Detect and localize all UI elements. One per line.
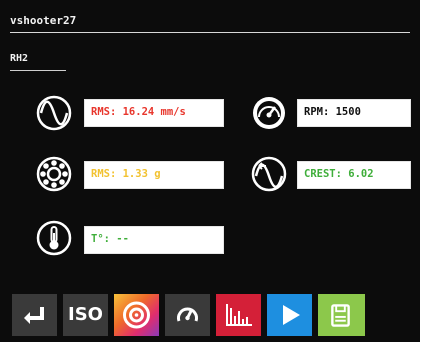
play-icon (283, 305, 300, 325)
device-title: vshooter27 (10, 14, 77, 27)
temperature-value: T°: -- (91, 233, 129, 245)
crest-factor-icon[interactable] (250, 155, 288, 193)
spectrum-icon (226, 304, 252, 326)
temperature-field: T°: -- (84, 226, 224, 254)
iso-button[interactable]: ISO (63, 294, 108, 336)
bottom-toolbar: ISO (12, 294, 412, 336)
play-button[interactable] (267, 294, 312, 336)
crest-value: CREST: 6.02 (304, 168, 374, 180)
sine-wave-icon[interactable] (35, 94, 73, 132)
gauge-button[interactable] (165, 294, 210, 336)
rpm-value: RPM: 1500 (304, 106, 361, 118)
tab-label: RH2 (10, 53, 29, 64)
save-report-button[interactable] (318, 294, 365, 336)
velocity-rms-field: RMS: 16.24 mm/s (84, 99, 224, 127)
bearing-icon[interactable] (35, 155, 73, 193)
target-icon (123, 301, 150, 329)
target-button[interactable] (114, 294, 159, 336)
thermometer-icon[interactable] (35, 219, 73, 257)
velocity-rms-value: RMS: 16.24 mm/s (91, 106, 186, 118)
gauge-icon (177, 307, 198, 322)
device-screen: vshooter27 RH2 RMS: 16.24 mm/s RPM: 1500 (0, 0, 420, 342)
title-bar: vshooter27 (10, 12, 410, 33)
enter-button[interactable] (12, 294, 57, 336)
crest-field: CREST: 6.02 (297, 161, 411, 189)
save-report-icon (331, 304, 350, 327)
iso-label: ISO (68, 304, 103, 325)
speedometer-icon[interactable] (250, 94, 288, 132)
accel-rms-field: RMS: 1.33 g (84, 161, 224, 189)
rpm-field: RPM: 1500 (297, 99, 411, 127)
enter-icon (24, 307, 44, 324)
accel-rms-value: RMS: 1.33 g (91, 168, 161, 180)
spectrum-button[interactable] (216, 294, 261, 336)
tab-rh2[interactable]: RH2 (10, 50, 66, 71)
